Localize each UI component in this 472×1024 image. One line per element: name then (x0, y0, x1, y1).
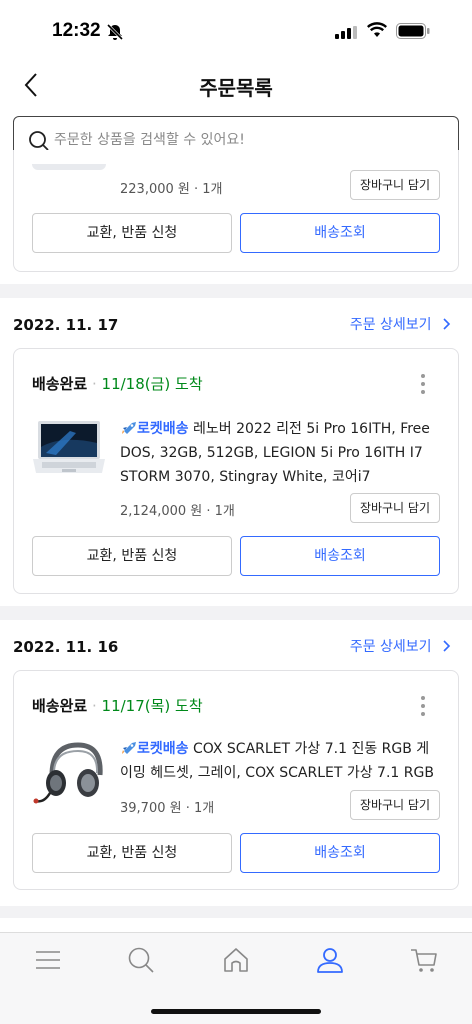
rocket-icon (122, 422, 136, 434)
delivery-status: 배송완료 · 11/17(목) 도착 (32, 697, 203, 715)
bell-muted-icon (106, 23, 124, 41)
rocket-icon (122, 742, 136, 754)
order-date: 2022. 11. 16 (13, 638, 119, 656)
delivery-status: 배송완료 · 11/18(금) 도착 (32, 375, 203, 393)
more-vertical-icon[interactable] (418, 696, 428, 716)
order-detail-label: 주문 상세보기 (349, 639, 432, 655)
order-card: 배송완료 · 11/18(금) 도착 로켓배송 레노버 2022 리전 5i P… (13, 348, 459, 594)
order-detail-link[interactable]: 주문 상세보기 (350, 636, 452, 656)
laptop-thumbnail (33, 421, 105, 473)
price-line: 39,700 원 · 1개 (120, 801, 215, 816)
headset-thumbnail (33, 742, 103, 804)
product-name: 로켓배송 COX SCARLET 가상 7.1 진동 RGB 게이밍 헤드셋, … (120, 737, 442, 785)
status-time: 12:32 (52, 20, 101, 41)
exchange-return-button[interactable]: 교환, 반품 신청 (32, 536, 232, 576)
rocket-delivery-badge: 로켓배송 (137, 741, 189, 757)
wifi-icon (367, 22, 387, 37)
home-indicator (151, 1009, 321, 1014)
chevron-right-icon (443, 318, 451, 330)
order-card: 배송완료 · 11/17(목) 도착 로켓배송 COX SCARLET 가상 7… (13, 670, 459, 890)
page-title: 주문목록 (199, 76, 273, 100)
status-label: 배송완료 (32, 697, 88, 715)
track-delivery-button[interactable]: 배송조회 (240, 213, 440, 253)
price-line: 2,124,000 원 · 1개 (120, 504, 235, 519)
add-to-cart-button[interactable]: 장바구니 담기 (349, 790, 440, 820)
home-icon[interactable] (221, 945, 251, 975)
cart-icon[interactable] (409, 945, 439, 975)
track-delivery-button[interactable]: 배송조회 (240, 536, 440, 576)
exchange-return-button[interactable]: 교환, 반품 신청 (32, 213, 232, 253)
add-to-cart-button[interactable]: 장바구니 담기 (349, 493, 440, 523)
arrival-date: 11/17(목) 도착 (101, 697, 203, 715)
more-vertical-icon[interactable] (418, 374, 428, 394)
search-icon[interactable] (126, 945, 156, 975)
user-icon[interactable] (315, 945, 345, 975)
battery-icon (396, 23, 430, 39)
menu-icon[interactable] (33, 945, 63, 975)
order-detail-label: 주문 상세보기 (349, 317, 432, 333)
status-label: 배송완료 (32, 375, 88, 393)
order-card: 223,000 원 · 1개 장바구니 담기 교환, 반품 신청 배송조회 (13, 150, 459, 272)
nav-bar: 주문목록 (0, 62, 472, 108)
order-date: 2022. 11. 17 (13, 316, 119, 334)
search-icon (29, 131, 49, 151)
product-thumbnail (32, 150, 106, 170)
product-name: 로켓배송 레노버 2022 리전 5i Pro 16ITH, Free DOS,… (120, 417, 442, 489)
arrival-date: 11/18(금) 도착 (101, 375, 203, 393)
order-detail-link[interactable]: 주문 상세보기 (350, 314, 452, 334)
chevron-right-icon (443, 640, 451, 652)
track-delivery-button[interactable]: 배송조회 (240, 833, 440, 873)
add-to-cart-button[interactable]: 장바구니 담기 (349, 170, 440, 200)
rocket-delivery-badge: 로켓배송 (137, 421, 189, 437)
price-line: 223,000 원 · 1개 (120, 182, 223, 197)
signal-icon (335, 26, 357, 39)
status-bar: 12:32 (0, 0, 472, 62)
exchange-return-button[interactable]: 교환, 반품 신청 (32, 833, 232, 873)
